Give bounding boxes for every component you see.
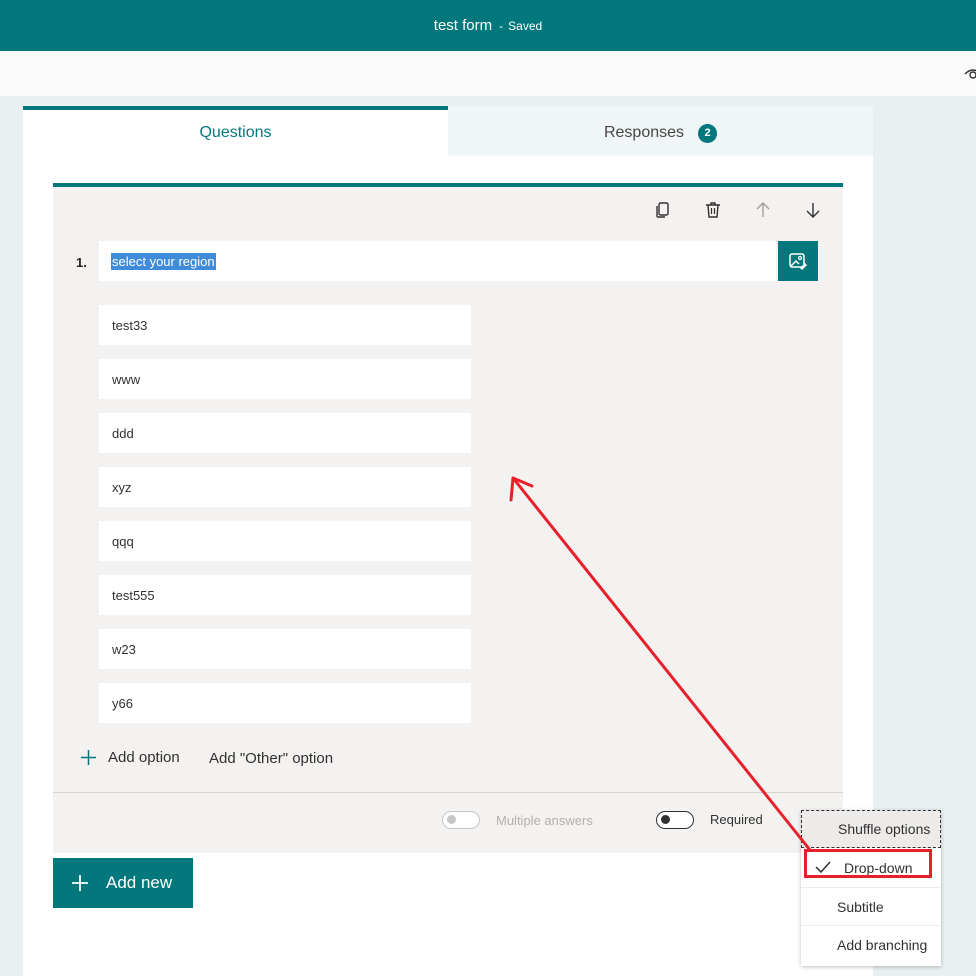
option-text: www [112, 371, 141, 387]
trash-icon[interactable] [703, 200, 723, 220]
question-number: 1. [76, 255, 87, 270]
annotation-highlight-box [804, 849, 932, 878]
tab-questions[interactable]: Questions [23, 106, 448, 156]
menu-item-shuffle-options[interactable]: Shuffle options [801, 810, 941, 848]
menu-item-add-branching[interactable]: Add branching [801, 925, 941, 963]
option-input[interactable]: w23 [99, 629, 471, 669]
tab-bar: Questions Responses 2 [23, 106, 873, 156]
menu-item-label: Shuffle options [838, 821, 931, 837]
tab-responses[interactable]: Responses 2 [448, 106, 873, 156]
option-input[interactable]: test33 [99, 305, 471, 345]
option-input[interactable]: qqq [99, 521, 471, 561]
add-new-button[interactable]: Add new [53, 858, 193, 908]
option-text: qqq [112, 533, 134, 549]
multiple-answers-label: Multiple answers [496, 813, 593, 828]
option-text: y66 [112, 695, 133, 711]
option-input[interactable]: www [99, 359, 471, 399]
menu-item-label: Add branching [837, 936, 928, 953]
tab-questions-label: Questions [199, 124, 272, 141]
tab-responses-label: Responses [603, 124, 685, 141]
toolbar [0, 51, 976, 96]
option-input[interactable]: test555 [99, 575, 471, 615]
question-card[interactable]: 1. select your region test33 www ddd xyz… [53, 183, 843, 853]
option-text: test555 [112, 587, 155, 603]
question-footer: Multiple answers Required [53, 792, 843, 853]
responses-count-badge: 2 [698, 123, 718, 143]
plus-icon [81, 750, 96, 765]
option-text: test33 [112, 317, 148, 333]
question-title-input[interactable]: select your region [99, 241, 776, 281]
menu-item-label: Subtitle [837, 898, 884, 915]
image-icon [789, 253, 807, 270]
multiple-answers-toggle[interactable] [442, 811, 480, 829]
copy-icon[interactable] [653, 200, 673, 220]
arrow-down-icon[interactable] [803, 200, 823, 220]
form-title[interactable]: test form [434, 17, 492, 34]
eye-icon[interactable] [964, 66, 976, 80]
top-bar: test form - Saved [0, 0, 976, 51]
required-toggle[interactable] [656, 811, 694, 829]
question-actions [653, 200, 823, 220]
title-separator: - [499, 18, 504, 33]
option-text: xyz [112, 479, 132, 495]
option-input[interactable]: ddd [99, 413, 471, 453]
option-input[interactable]: xyz [99, 467, 471, 507]
insert-media-button[interactable] [778, 241, 818, 281]
add-other-option-button[interactable]: Add "Other" option [209, 750, 333, 767]
option-text: ddd [112, 425, 134, 441]
form-panel: Questions Responses 2 1. select your reg… [23, 106, 873, 976]
plus-icon [72, 875, 88, 891]
menu-item-subtitle[interactable]: Subtitle [801, 887, 941, 925]
option-text: w23 [112, 641, 136, 657]
option-input[interactable]: y66 [99, 683, 471, 723]
arrow-up-icon[interactable] [753, 200, 773, 220]
add-new-label: Add new [106, 873, 173, 892]
save-status: Saved [508, 18, 543, 33]
required-label: Required [710, 812, 763, 827]
question-title-text: select your region [111, 252, 216, 270]
more-settings-menu: Shuffle options Drop-down Subtitle Add b… [801, 810, 941, 966]
add-option-button[interactable]: Add option [80, 749, 180, 766]
add-option-label: Add option [108, 749, 180, 766]
